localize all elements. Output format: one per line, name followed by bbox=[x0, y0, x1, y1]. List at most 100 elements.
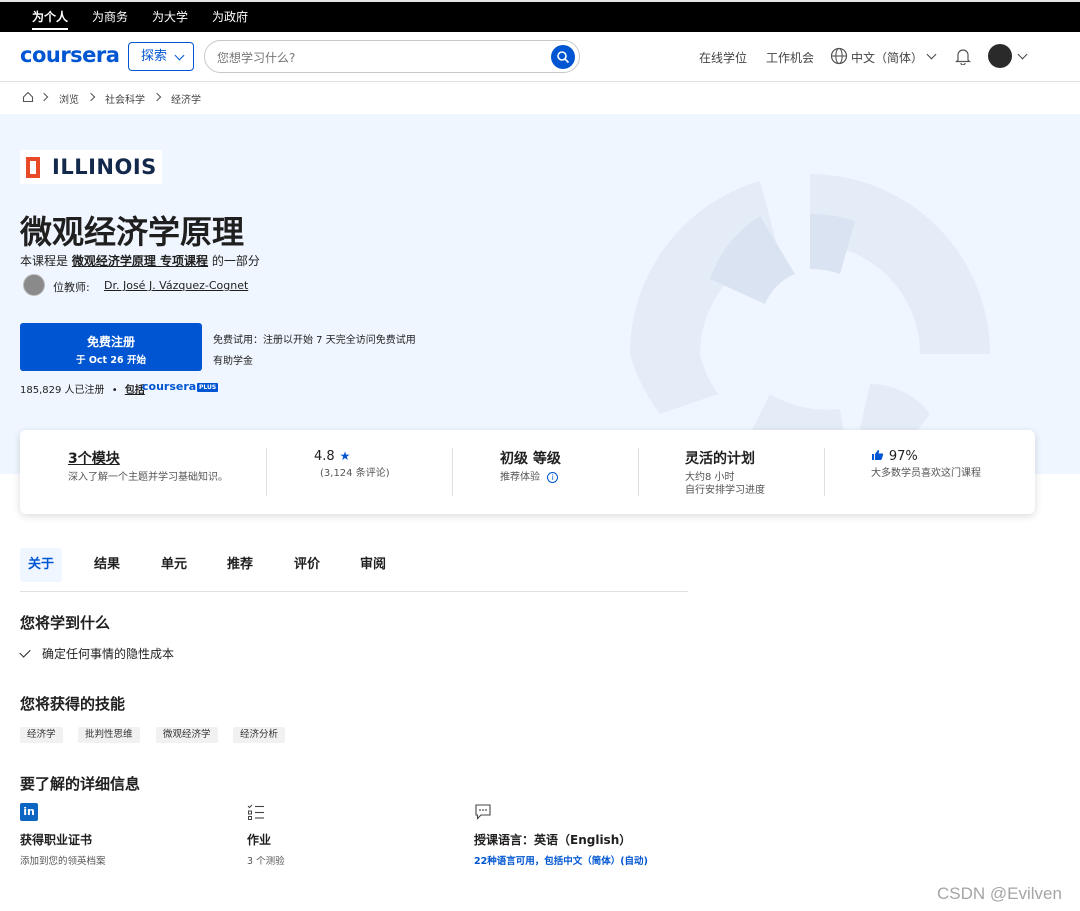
specialization-link[interactable]: 微观经济学原理 专项课程 bbox=[72, 254, 208, 268]
course-tabs: 关于 结果 单元 推荐 评价 审阅 bbox=[20, 548, 688, 592]
breadcrumb-social-sciences[interactable]: 社会科学 bbox=[105, 91, 145, 106]
decorative-ring bbox=[630, 174, 990, 474]
online-degrees-link[interactable]: 在线学位 bbox=[699, 49, 747, 66]
careers-link[interactable]: 工作机会 bbox=[766, 49, 814, 66]
explore-label: 探索 bbox=[141, 49, 168, 64]
chat-icon bbox=[475, 804, 491, 820]
modules-desc: 深入了解一个主题并学习基础知识。 bbox=[68, 472, 228, 483]
detail-title: 授课语言：英语（English） bbox=[474, 833, 632, 847]
instructor-link[interactable]: Dr. José J. Vázquez-Cognet bbox=[104, 279, 248, 292]
detail-certificate: in 获得职业证书 添加到您的领英档案 bbox=[20, 803, 106, 867]
skill-tag[interactable]: 经济分析 bbox=[233, 727, 286, 743]
bell-icon[interactable] bbox=[955, 47, 971, 65]
checklist-icon bbox=[247, 804, 264, 820]
learn-item-text: 确定任何事情的隐性成本 bbox=[42, 647, 175, 661]
rating-value: 4.8 bbox=[314, 449, 335, 464]
satisfaction-row: 97% bbox=[871, 448, 1021, 464]
divider bbox=[452, 448, 453, 496]
available-languages-link[interactable]: 22种语言可用，包括中文（简体）(自动) bbox=[474, 853, 648, 867]
watermark: CSDN @Evilven bbox=[937, 884, 1062, 903]
instructor-avatar[interactable] bbox=[23, 274, 45, 296]
divider bbox=[824, 448, 825, 496]
tab-for-universities[interactable]: 为大学 bbox=[152, 2, 188, 32]
detail-sub: 3 个测验 bbox=[247, 856, 285, 867]
specialization-note: 本课程是 微观经济学原理 专项课程 的一部分 bbox=[20, 252, 260, 269]
satisfaction-value: 97% bbox=[888, 449, 918, 464]
schedule-desc: 自行安排学习进度 bbox=[685, 485, 765, 496]
tab-for-individuals[interactable]: 为个人 bbox=[32, 2, 69, 32]
part-of-suffix: 的一部分 bbox=[211, 254, 260, 268]
skill-tag[interactable]: 微观经济学 bbox=[156, 727, 218, 743]
university-name: ILLINOIS bbox=[52, 155, 157, 179]
chevron-down-icon[interactable] bbox=[1017, 49, 1028, 60]
check-icon bbox=[19, 646, 31, 658]
enroll-label: 免费注册 bbox=[86, 335, 135, 349]
enrolled-count-text: 185,829 人已注册 bbox=[20, 385, 105, 396]
breadcrumb-economics[interactable]: 经济学 bbox=[171, 91, 201, 106]
satisfaction-desc: 大多数学员喜欢这门课程 bbox=[871, 468, 981, 479]
level-sub-row: 推荐体验 i bbox=[500, 471, 620, 484]
skill-tag[interactable]: 批判性思维 bbox=[78, 727, 140, 743]
chevron-right-icon bbox=[152, 92, 162, 102]
chevron-right-icon bbox=[86, 92, 96, 102]
plus-badge: PLUS bbox=[197, 383, 219, 392]
skill-tag[interactable]: 经济学 bbox=[20, 727, 63, 743]
learn-heading: 您将学到什么 bbox=[20, 614, 111, 632]
tab-modules[interactable]: 单元 bbox=[153, 548, 195, 582]
breadcrumb-browse[interactable]: 浏览 bbox=[59, 91, 79, 106]
tab-about[interactable]: 关于 bbox=[20, 548, 62, 582]
chevron-down-icon[interactable] bbox=[926, 49, 937, 60]
enroll-button[interactable]: 免费注册 于 Oct 26 开始 bbox=[20, 323, 202, 371]
illinois-block-i-icon bbox=[26, 157, 40, 178]
review-count[interactable]: (3,124 条评论) bbox=[320, 467, 434, 480]
coursera-plus-logo: coursera bbox=[142, 380, 197, 393]
schedule-hours: 大约8 小时 bbox=[685, 472, 735, 483]
stat-level: 初级 等级 推荐体验 i bbox=[500, 448, 620, 484]
linkedin-icon: in bbox=[20, 803, 38, 821]
detail-title: 获得职业证书 bbox=[20, 833, 93, 847]
tab-for-governments[interactable]: 为政府 bbox=[212, 2, 248, 32]
site-header: coursera 探索 您想学习什么? 在线学位 工作机会 中文（简体） bbox=[0, 32, 1080, 82]
language-selector[interactable]: 中文（简体） bbox=[851, 49, 923, 66]
info-icon[interactable]: i bbox=[547, 472, 559, 483]
rating-row: 4.8 ★ bbox=[314, 448, 434, 464]
part-of-prefix: 本课程是 bbox=[20, 254, 69, 268]
tab-reviews[interactable]: 评价 bbox=[286, 548, 328, 582]
page-title: 微观经济学原理 bbox=[20, 213, 245, 251]
course-stats-card: 3个模块 深入了解一个主题并学习基础知识。 4.8 ★ (3,124 条评论) … bbox=[20, 430, 1035, 514]
divider bbox=[266, 448, 267, 496]
search-placeholder: 您想学习什么? bbox=[217, 51, 296, 65]
detail-language: 授课语言：英语（English） 22种语言可用，包括中文（简体）(自动) bbox=[474, 803, 648, 867]
search-input[interactable]: 您想学习什么? bbox=[204, 40, 580, 73]
thumbs-up-icon bbox=[872, 450, 884, 460]
tab-recommendations[interactable]: 推荐 bbox=[219, 548, 261, 582]
stat-satisfaction: 97% 大多数学员喜欢这门课程 bbox=[871, 448, 1021, 480]
search-icon bbox=[557, 51, 570, 64]
detail-title: 作业 bbox=[247, 833, 272, 847]
coursera-logo[interactable]: coursera bbox=[20, 43, 120, 67]
details-heading: 要了解的详细信息 bbox=[20, 775, 141, 793]
stat-schedule: 灵活的计划 大约8 小时 自行安排学习进度 bbox=[685, 448, 835, 497]
star-icon: ★ bbox=[339, 449, 351, 463]
tab-for-business[interactable]: 为商务 bbox=[92, 2, 128, 32]
modules-link[interactable]: 3个模块 bbox=[68, 448, 228, 468]
audience-bar: 为个人 为商务 为大学 为政府 bbox=[0, 0, 1080, 32]
tab-testimonials[interactable]: 审阅 bbox=[352, 548, 394, 582]
learn-item: 确定任何事情的隐性成本 bbox=[19, 645, 175, 662]
tab-outcomes[interactable]: 结果 bbox=[86, 548, 128, 582]
explore-button[interactable]: 探索 bbox=[128, 42, 194, 71]
enrolled-count: 185,829 人已注册 • 包括 bbox=[20, 381, 145, 396]
stat-rating: 4.8 ★ (3,124 条评论) bbox=[314, 448, 434, 480]
instructor-label: 位教师: bbox=[53, 281, 90, 294]
bullet: • bbox=[111, 385, 118, 396]
level-label: 初级 等级 bbox=[500, 451, 561, 467]
financial-aid-link[interactable]: 有助学金 bbox=[213, 352, 253, 367]
home-icon[interactable] bbox=[22, 91, 34, 103]
search-button[interactable] bbox=[551, 45, 575, 69]
free-trial-text: 免费试用：注册以开始 7 天完全访问免费试用 bbox=[213, 335, 416, 346]
globe-icon[interactable] bbox=[830, 47, 848, 65]
user-avatar[interactable] bbox=[988, 44, 1012, 68]
university-logo[interactable]: ILLINOIS bbox=[20, 150, 162, 184]
schedule-label: 灵活的计划 bbox=[685, 451, 755, 467]
detail-assignments: 作业 3 个测验 bbox=[247, 803, 285, 867]
